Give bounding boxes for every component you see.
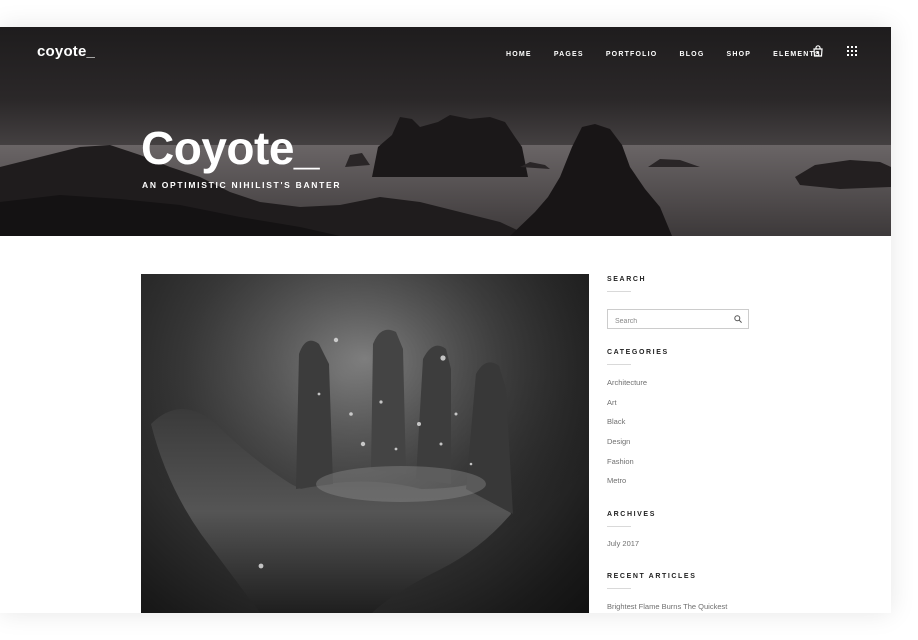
search-icon[interactable] (734, 315, 742, 323)
search-widget-title: SEARCH (607, 276, 647, 283)
hero-title: Coyote_ (141, 122, 319, 174)
category-link[interactable]: Metro (607, 476, 647, 486)
hero-subtitle: AN OPTIMISTIC NIHILIST'S BANTER (142, 180, 342, 190)
archives-widget-title: ARCHIVES (607, 511, 656, 518)
widget-divider (607, 526, 631, 527)
recent-articles-widget-title: RECENT ARTICLES (607, 573, 697, 580)
category-link[interactable]: Architecture (607, 378, 647, 388)
widget-divider (607, 291, 631, 292)
grid-menu-icon[interactable] (846, 45, 858, 57)
archives-list: July 2017 (607, 539, 639, 549)
shopping-bag-icon[interactable] (812, 45, 824, 57)
category-link[interactable]: Art (607, 398, 647, 408)
nav-blog[interactable]: BLOG (679, 51, 704, 58)
nav-pages[interactable]: PAGES (554, 51, 584, 58)
recent-article-link[interactable]: Brightest Flame Burns The Quickest (607, 602, 757, 612)
search-box (607, 309, 749, 331)
recent-articles-list: Brightest Flame Burns The Quickest (607, 602, 757, 612)
nav-shop[interactable]: SHOP (726, 51, 751, 58)
category-link[interactable]: Design (607, 437, 647, 447)
widget-divider (607, 588, 631, 589)
archive-link[interactable]: July 2017 (607, 539, 639, 549)
site-logo[interactable]: coyote_ (37, 43, 95, 60)
search-input[interactable] (608, 312, 733, 331)
nav-home[interactable]: HOME (506, 51, 532, 58)
nav-portfolio[interactable]: PORTFOLIO (606, 51, 658, 58)
category-link[interactable]: Black (607, 417, 647, 427)
page-frame: coyote_ HOME PAGES PORTFOLIO BLOG SHOP E… (0, 27, 891, 613)
featured-post-image[interactable] (141, 274, 589, 613)
main-navigation: HOME PAGES PORTFOLIO BLOG SHOP ELEMENTS (506, 48, 843, 60)
hand-water-splash-photo (141, 274, 589, 613)
widget-divider (607, 364, 631, 365)
categories-widget-title: CATEGORIES (607, 349, 669, 356)
categories-list: Architecture Art Black Design Fashion Me… (607, 378, 647, 486)
category-link[interactable]: Fashion (607, 457, 647, 467)
hero-banner: coyote_ HOME PAGES PORTFOLIO BLOG SHOP E… (0, 27, 891, 236)
